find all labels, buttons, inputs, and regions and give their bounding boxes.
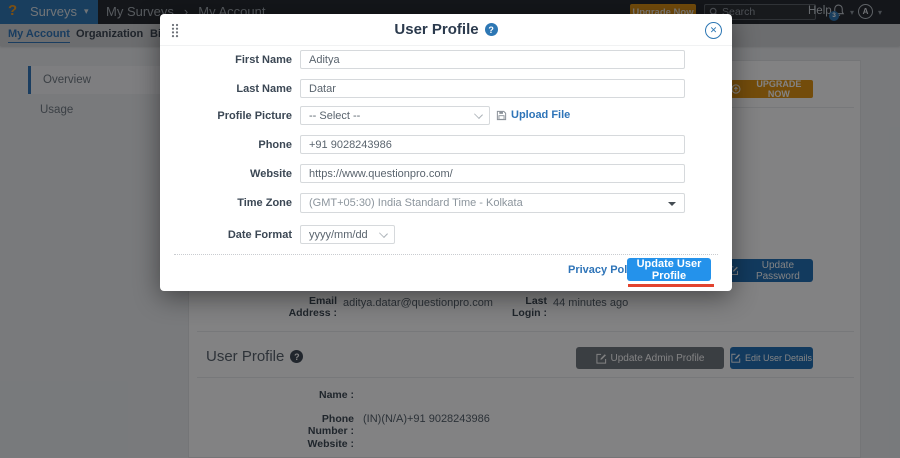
- update-user-profile-button[interactable]: Update User Profile: [627, 258, 711, 281]
- profile-picture-value: -- Select --: [309, 110, 360, 122]
- drag-handle-icon[interactable]: [171, 23, 179, 38]
- time-zone-select[interactable]: (GMT+05:30) India Standard Time - Kolkat…: [300, 193, 685, 213]
- chevron-down-icon: [379, 229, 388, 238]
- profile-picture-label: Profile Picture: [174, 110, 292, 122]
- date-format-select[interactable]: yyyy/mm/dd: [300, 225, 395, 244]
- chevron-down-icon: [474, 110, 483, 119]
- phone-input[interactable]: [300, 135, 685, 154]
- date-format-value: yyyy/mm/dd: [309, 229, 368, 241]
- modal-header: User Profile ? ✕: [160, 14, 732, 46]
- upload-file-label: Upload File: [511, 109, 570, 121]
- modal-title: User Profile: [394, 21, 478, 38]
- last-name-input[interactable]: [300, 79, 685, 98]
- date-format-label: Date Format: [174, 229, 292, 241]
- time-zone-label: Time Zone: [174, 197, 292, 209]
- profile-picture-select[interactable]: -- Select --: [300, 106, 490, 125]
- last-name-label: Last Name: [174, 83, 292, 95]
- phone-label: Phone: [174, 139, 292, 151]
- user-profile-modal: User Profile ? ✕ First Name Last Name Pr…: [160, 14, 732, 291]
- file-icon: [496, 110, 507, 121]
- upload-file-link[interactable]: Upload File: [496, 109, 570, 121]
- annotation-underline: [628, 284, 714, 287]
- website-label: Website: [174, 168, 292, 180]
- first-name-label: First Name: [174, 54, 292, 66]
- close-icon[interactable]: ✕: [705, 22, 722, 39]
- first-name-input[interactable]: [300, 50, 685, 69]
- caret-down-icon: [668, 202, 676, 206]
- time-zone-value: (GMT+05:30) India Standard Time - Kolkat…: [309, 197, 523, 209]
- website-input[interactable]: [300, 164, 685, 183]
- footer-divider: [174, 254, 718, 255]
- help-question-icon[interactable]: ?: [485, 23, 498, 36]
